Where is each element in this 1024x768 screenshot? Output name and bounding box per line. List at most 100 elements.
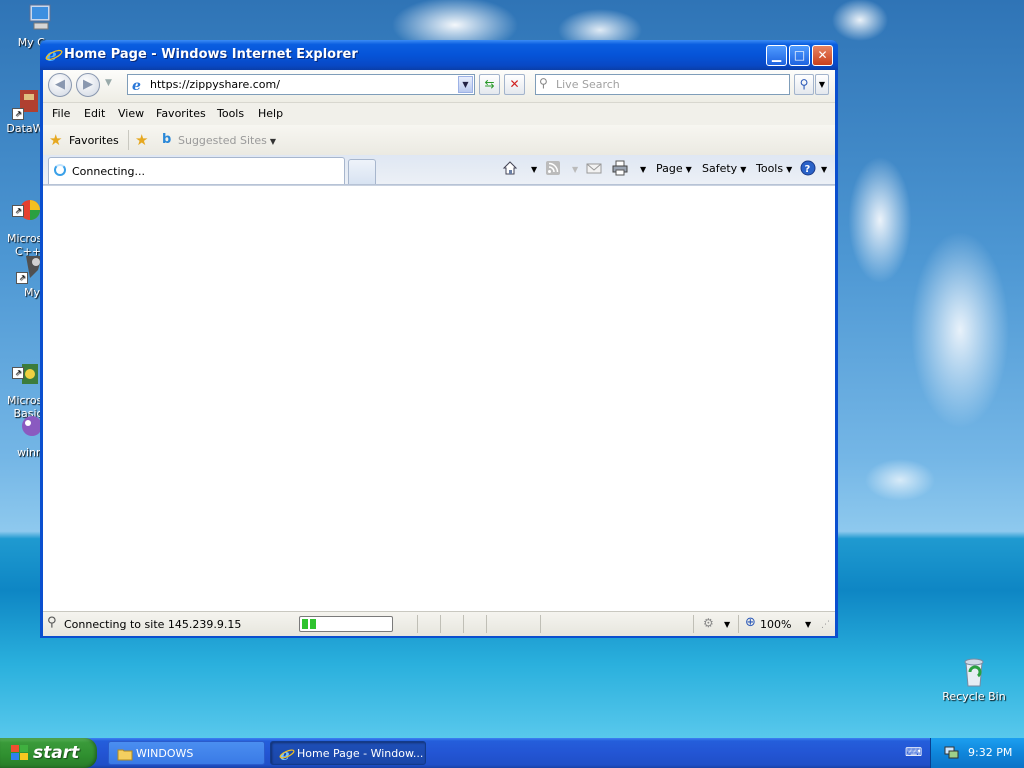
progress-fill: [302, 619, 318, 629]
zoom-level[interactable]: 100%: [760, 618, 791, 631]
close-button[interactable]: ✕: [812, 45, 833, 66]
refresh-icon: ⇆: [484, 77, 495, 91]
safety-menu-label: Safety: [702, 162, 738, 175]
taskbar-button-ie[interactable]: e Home Page - Window...: [270, 741, 426, 765]
mail-icon[interactable]: [586, 160, 602, 176]
separator: [417, 615, 418, 633]
keyboard-icon[interactable]: ⌨: [905, 745, 922, 759]
tab-label: Connecting...: [72, 165, 145, 178]
title-bar[interactable]: e Home Page - Windows Internet Explorer …: [40, 40, 838, 70]
internet-explorer-icon: e: [45, 46, 63, 66]
address-input[interactable]: [150, 76, 450, 93]
separator: [540, 615, 541, 633]
separator: [738, 615, 739, 633]
page-icon: e: [131, 77, 146, 94]
page-menu-button[interactable]: Page ▼: [656, 162, 692, 175]
forward-arrow-icon: ▶: [83, 77, 93, 92]
forward-button[interactable]: ▶: [76, 73, 100, 97]
resize-grip-icon[interactable]: ⋰: [821, 620, 830, 630]
start-button[interactable]: start: [0, 738, 97, 768]
back-button[interactable]: ◀: [48, 73, 72, 97]
shortcut-arrow-icon: ↗: [12, 205, 24, 217]
minimize-icon: ▁: [771, 48, 782, 62]
print-icon[interactable]: [612, 160, 628, 176]
chevron-down-icon: ▼: [786, 165, 793, 174]
menu-view[interactable]: View: [118, 107, 144, 120]
add-favorites-icon[interactable]: ★: [135, 131, 148, 149]
window-client: ◀ ▶ ▼ e ▼ ⇆ ✕ ⚲ ⚲ ▼ File Edit View: [43, 70, 835, 636]
close-icon: ✕: [817, 48, 828, 62]
menu-help[interactable]: Help: [258, 107, 283, 120]
taskbar-button-label: Home Page - Window...: [297, 747, 424, 760]
progress-bar: [299, 616, 393, 632]
status-text: Connecting to site 145.239.9.15: [64, 618, 242, 631]
desktop-icon-recycle-bin[interactable]: Recycle Bin: [934, 656, 1014, 703]
favorites-bar: ★ Favorites ★ b Suggested Sites ▼: [43, 125, 835, 155]
menu-bar: File Edit View Favorites Tools Help: [43, 102, 835, 126]
help-dropdown-icon[interactable]: ▼: [818, 162, 827, 175]
refresh-button[interactable]: ⇆: [479, 74, 500, 95]
tab-row: Connecting... ▼ ▼ ▼ Page ▼ Safety ▼ Tools ▼…: [43, 155, 835, 185]
history-dropdown-icon[interactable]: ▼: [105, 78, 112, 88]
safety-menu-button[interactable]: Safety ▼: [702, 162, 746, 175]
shortcut-arrow-icon: ↗: [12, 367, 24, 379]
window-title: Home Page - Windows Internet Explorer: [64, 47, 358, 62]
loading-spinner-icon: [54, 164, 66, 176]
tools-menu-button[interactable]: Tools ▼: [756, 162, 792, 175]
taskbar: start WINDOWS e Home Page - Window... ⌨ …: [0, 738, 1024, 768]
menu-file[interactable]: File: [52, 107, 70, 120]
bing-icon: b: [162, 132, 172, 147]
feeds-dropdown-icon[interactable]: ▼: [569, 162, 578, 175]
maximize-button[interactable]: □: [789, 45, 810, 66]
recycle-bin-icon: [958, 656, 990, 688]
stop-button[interactable]: ✕: [504, 74, 525, 95]
chevron-down-icon: ▼: [740, 165, 747, 174]
network-icon[interactable]: [943, 744, 959, 763]
shortcut-arrow-icon: ↗: [16, 272, 28, 284]
clock[interactable]: 9:32 PM: [968, 746, 1012, 759]
search-status-icon: ⚲: [47, 615, 57, 630]
home-dropdown-icon[interactable]: ▼: [528, 162, 537, 175]
menu-edit[interactable]: Edit: [84, 107, 105, 120]
new-tab-button[interactable]: [348, 159, 376, 184]
page-content[interactable]: [43, 185, 835, 612]
feeds-icon[interactable]: [545, 160, 561, 176]
suggested-sites-button[interactable]: Suggested Sites ▼: [178, 134, 276, 147]
help-icon[interactable]: ?: [800, 160, 816, 176]
tab-home-page[interactable]: Connecting...: [48, 157, 345, 184]
minimize-button[interactable]: ▁: [766, 45, 787, 66]
search-options-button[interactable]: ▼: [815, 74, 829, 95]
suggested-sites-label: Suggested Sites: [178, 134, 267, 147]
taskbar-button-windows[interactable]: WINDOWS: [108, 741, 265, 765]
search-input[interactable]: [556, 76, 781, 93]
favorites-star-icon: ★: [49, 131, 63, 149]
chevron-down-icon: ▼: [685, 165, 692, 174]
separator: [486, 615, 487, 633]
zoom-dropdown-icon[interactable]: ▼: [805, 620, 811, 629]
chevron-down-icon[interactable]: ▼: [724, 620, 730, 629]
desktop-icon-label: Recycle Bin: [942, 690, 1006, 703]
zoom-icon[interactable]: ⊕: [745, 615, 756, 630]
svg-text:?: ?: [805, 164, 811, 175]
maximize-icon: □: [793, 48, 806, 62]
menu-favorites[interactable]: Favorites: [156, 107, 206, 120]
internet-explorer-icon: e: [279, 746, 295, 764]
page-menu-label: Page: [656, 162, 683, 175]
favorites-button[interactable]: Favorites: [69, 134, 119, 147]
print-dropdown-icon[interactable]: ▼: [637, 162, 646, 175]
menu-tools[interactable]: Tools: [217, 107, 244, 120]
stop-icon: ✕: [509, 77, 520, 91]
search-box[interactable]: ⚲: [535, 74, 790, 95]
address-dropdown-icon[interactable]: ▼: [458, 76, 473, 93]
search-icon: ⚲: [539, 76, 548, 90]
search-button[interactable]: ⚲: [794, 74, 814, 95]
home-icon[interactable]: [502, 160, 518, 176]
protected-mode-icon[interactable]: ⚙: [703, 616, 714, 630]
computer-icon: [24, 2, 56, 34]
system-tray: 9:32 PM: [930, 738, 1024, 768]
chevron-down-icon: ▼: [818, 80, 826, 89]
start-label: start: [33, 743, 80, 763]
address-bar[interactable]: e ▼: [127, 74, 475, 95]
status-bar: ⚲ Connecting to site 145.239.9.15 ⚙ ▼ ⊕ …: [43, 611, 835, 636]
chevron-down-icon: ▼: [269, 137, 276, 146]
